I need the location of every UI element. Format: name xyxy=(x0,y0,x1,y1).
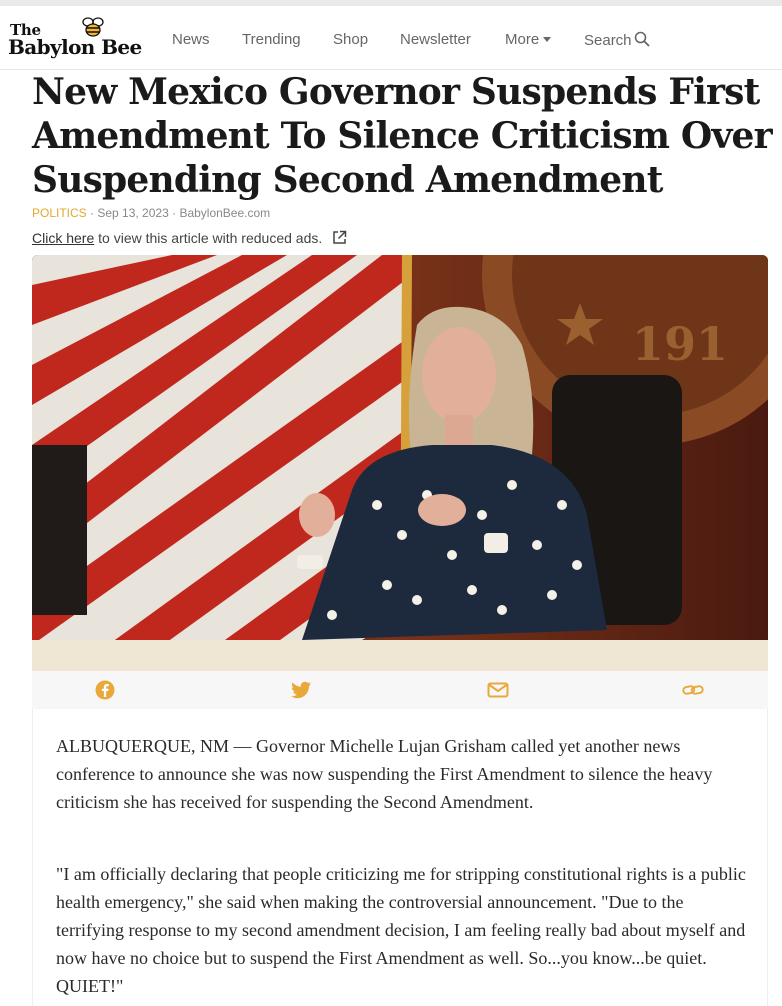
article-category[interactable]: POLITICS xyxy=(32,206,87,220)
article-date: Sep 13, 2023 xyxy=(97,206,169,220)
nav-search[interactable]: Search xyxy=(584,31,650,49)
reduced-ads-text: to view this article with reduced ads. xyxy=(94,230,323,246)
nav-more-label: More xyxy=(505,31,540,48)
chevron-down-icon xyxy=(543,37,552,42)
svg-text:191: 191 xyxy=(632,317,728,371)
article-paragraph-1: ALBUQUERQUE, NM — Governor Michelle Luja… xyxy=(56,736,713,812)
external-link-icon[interactable] xyxy=(332,230,347,245)
meta-separator-2: · xyxy=(168,206,180,220)
site-header: The Babylon Bee News Trending Shop Newsl… xyxy=(0,6,782,70)
nav-news[interactable]: News xyxy=(172,31,210,48)
nav-search-label: Search xyxy=(584,32,632,49)
email-icon[interactable] xyxy=(487,680,509,700)
hero-photo-illustration: 191 xyxy=(32,255,768,671)
nav-trending[interactable]: Trending xyxy=(242,31,301,48)
nav-more[interactable]: More xyxy=(505,31,552,48)
reduced-ads-notice: Click here to view this article with red… xyxy=(32,230,347,246)
twitter-icon[interactable] xyxy=(290,680,312,700)
article-headline: New Mexico Governor Suspends First Amend… xyxy=(32,71,773,201)
search-icon xyxy=(634,31,649,47)
share-bar xyxy=(32,671,768,709)
nav-shop[interactable]: Shop xyxy=(333,31,368,48)
facebook-icon[interactable] xyxy=(94,680,116,700)
site-logo[interactable]: The Babylon Bee xyxy=(8,17,142,62)
article-source: BabylonBee.com xyxy=(179,206,271,220)
reduced-ads-link[interactable]: Click here xyxy=(32,230,94,246)
meta-separator-1: · xyxy=(86,206,98,220)
nav-newsletter[interactable]: Newsletter xyxy=(400,31,471,48)
logo-line-babylon-bee: Babylon Bee xyxy=(8,35,142,59)
article-meta: POLITICS · Sep 13, 2023 · BabylonBee.com xyxy=(32,206,270,220)
article-paragraph-2: "I am officially declaring that people c… xyxy=(56,864,746,996)
article-hero-image: 191 xyxy=(32,255,768,671)
link-icon[interactable] xyxy=(682,680,704,700)
